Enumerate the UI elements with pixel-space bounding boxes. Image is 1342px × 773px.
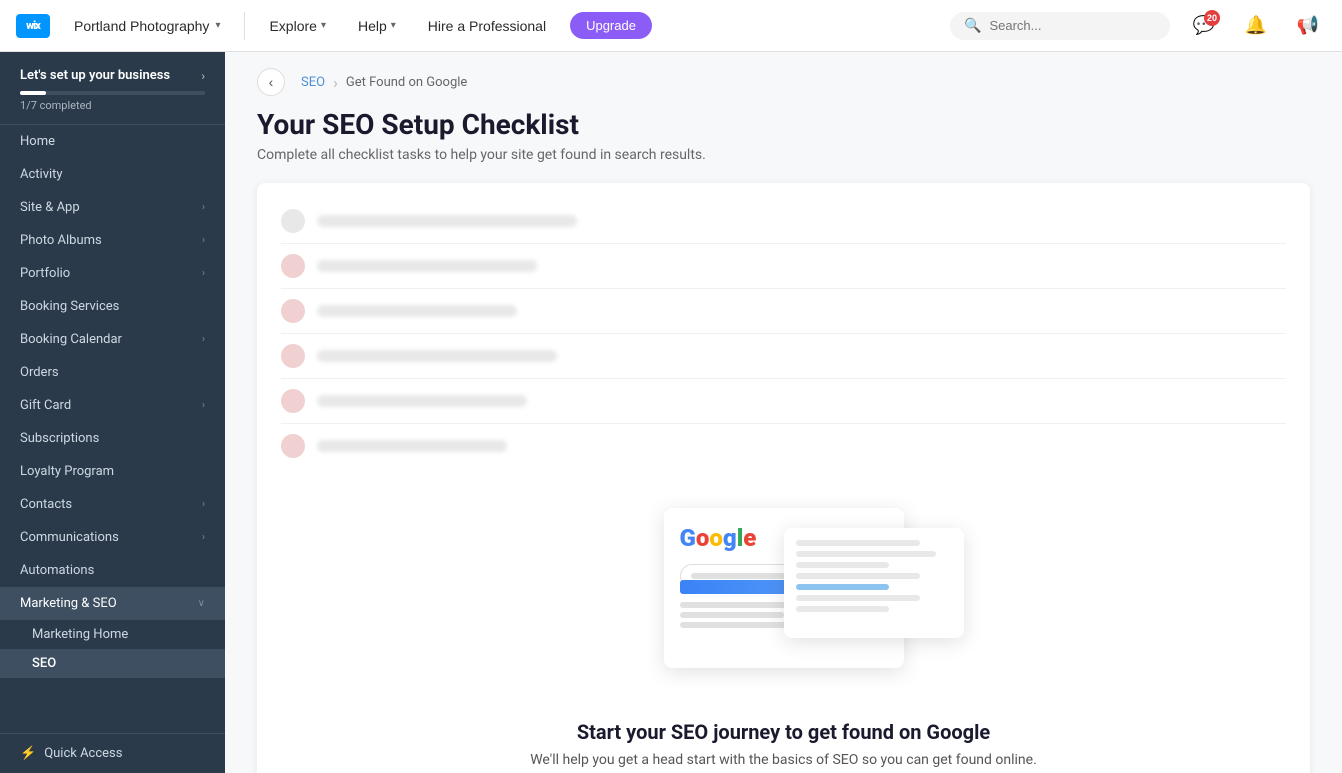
page-header: Your SEO Setup Checklist Complete all ch… xyxy=(225,104,1342,183)
sidebar-item-subscriptions[interactable]: Subscriptions xyxy=(0,422,225,455)
blurred-line xyxy=(317,350,557,362)
cta-title: Start your SEO journey to get found on G… xyxy=(305,720,1262,744)
blurred-line xyxy=(317,395,527,407)
blurred-row xyxy=(281,424,1286,468)
help-menu[interactable]: Help ▾ xyxy=(350,14,404,38)
blurred-line xyxy=(317,440,507,452)
quick-access-button[interactable]: ⚡ Quick Access xyxy=(0,733,225,773)
sidebar-subitem-marketing-home[interactable]: Marketing Home xyxy=(0,620,225,649)
blurred-line xyxy=(317,260,537,272)
blurred-row xyxy=(281,289,1286,334)
sidebar-subitem-seo[interactable]: SEO xyxy=(0,649,225,678)
setup-title: Let's set up your business › xyxy=(20,68,205,83)
top-navigation: wix Portland Photography ▾ Explore ▾ Hel… xyxy=(0,0,1342,52)
blurred-row xyxy=(281,334,1286,379)
blurred-checklist-rows xyxy=(257,183,1310,484)
chevron-right-icon: › xyxy=(202,400,205,411)
blurred-row xyxy=(281,199,1286,244)
chevron-right-icon: › xyxy=(202,532,205,543)
sidebar-item-contacts[interactable]: Contacts › xyxy=(0,488,225,521)
sidebar-header: Let's set up your business › 1/7 complet… xyxy=(0,52,225,125)
blurred-circle xyxy=(281,389,305,413)
search-icon: 🔍 xyxy=(964,18,981,34)
chevron-right-icon: › xyxy=(202,499,205,510)
nav-divider xyxy=(244,12,245,40)
chevron-down-icon: ∨ xyxy=(198,598,205,609)
chevron-right-icon: › xyxy=(202,235,205,246)
back-button[interactable]: ‹ xyxy=(257,68,285,96)
sidebar-item-home[interactable]: Home xyxy=(0,125,225,158)
upgrade-button[interactable]: Upgrade xyxy=(570,12,652,39)
blurred-circle xyxy=(281,254,305,278)
sidebar-item-portfolio[interactable]: Portfolio › xyxy=(0,257,225,290)
setup-collapse-icon[interactable]: › xyxy=(201,69,205,83)
chevron-right-icon: › xyxy=(202,268,205,279)
seo-card: Google 🔍 xyxy=(257,183,1310,773)
site-name-button[interactable]: Portland Photography ▾ xyxy=(66,14,228,38)
sidebar-item-photo-albums[interactable]: Photo Albums › xyxy=(0,224,225,257)
blurred-row xyxy=(281,379,1286,424)
google-illustration: Google 🔍 xyxy=(257,484,1310,704)
progress-label: 1/7 completed xyxy=(20,99,205,112)
blurred-line xyxy=(317,215,577,227)
broadcast-icon: 📢 xyxy=(1297,15,1319,36)
wix-logo: wix xyxy=(16,14,50,38)
chevron-down-icon: ▾ xyxy=(321,20,326,31)
explore-menu[interactable]: Explore ▾ xyxy=(261,14,334,38)
bell-icon: 🔔 xyxy=(1245,15,1267,36)
sidebar-item-automations[interactable]: Automations xyxy=(0,554,225,587)
blurred-circle xyxy=(281,344,305,368)
chevron-down-icon: ▾ xyxy=(215,20,220,31)
hire-professional-link[interactable]: Hire a Professional xyxy=(420,14,554,38)
breadcrumb-current: Get Found on Google xyxy=(346,75,467,90)
sidebar-item-marketing-seo[interactable]: Marketing & SEO ∨ xyxy=(0,587,225,620)
cta-section: Start your SEO journey to get found on G… xyxy=(257,704,1310,773)
broadcast-button[interactable]: 📢 xyxy=(1290,8,1326,44)
page-title: Your SEO Setup Checklist xyxy=(257,108,1310,141)
sidebar: Let's set up your business › 1/7 complet… xyxy=(0,52,225,773)
progress-bar-fill xyxy=(20,91,46,95)
breadcrumb: ‹ SEO › Get Found on Google xyxy=(225,52,1342,104)
sidebar-item-site-app[interactable]: Site & App › xyxy=(0,191,225,224)
progress-bar-wrap xyxy=(20,91,205,95)
blurred-line xyxy=(317,305,517,317)
site-name-label: Portland Photography xyxy=(74,18,209,34)
blurred-circle xyxy=(281,434,305,458)
blurred-circle xyxy=(281,299,305,323)
sidebar-item-gift-card[interactable]: Gift Card › xyxy=(0,389,225,422)
cta-subtitle: We'll help you get a head start with the… xyxy=(305,752,1262,768)
main-content: ‹ SEO › Get Found on Google Your SEO Set… xyxy=(225,52,1342,773)
breadcrumb-separator: › xyxy=(333,73,338,92)
notifications-button[interactable]: 💬 20 xyxy=(1186,8,1222,44)
google-mockup: Google 🔍 xyxy=(624,508,944,688)
blurred-circle xyxy=(281,209,305,233)
page-subtitle: Complete all checklist tasks to help you… xyxy=(257,147,1310,163)
search-result-card xyxy=(784,528,964,638)
sidebar-item-booking-services[interactable]: Booking Services xyxy=(0,290,225,323)
search-result-lines xyxy=(796,540,952,612)
sidebar-item-activity[interactable]: Activity xyxy=(0,158,225,191)
search-bar: 🔍 xyxy=(950,12,1170,40)
search-input[interactable] xyxy=(989,18,1156,33)
chevron-down-icon: ▾ xyxy=(391,20,396,31)
sidebar-item-communications[interactable]: Communications › xyxy=(0,521,225,554)
chevron-right-icon: › xyxy=(202,334,205,345)
breadcrumb-parent-link[interactable]: SEO xyxy=(301,75,325,90)
quick-access-icon: ⚡ xyxy=(20,746,36,761)
bell-button[interactable]: 🔔 xyxy=(1238,8,1274,44)
notification-badge: 20 xyxy=(1204,10,1220,26)
sidebar-item-orders[interactable]: Orders xyxy=(0,356,225,389)
blurred-row xyxy=(281,244,1286,289)
chevron-right-icon: › xyxy=(202,202,205,213)
sidebar-item-loyalty-program[interactable]: Loyalty Program xyxy=(0,455,225,488)
sidebar-item-booking-calendar[interactable]: Booking Calendar › xyxy=(0,323,225,356)
